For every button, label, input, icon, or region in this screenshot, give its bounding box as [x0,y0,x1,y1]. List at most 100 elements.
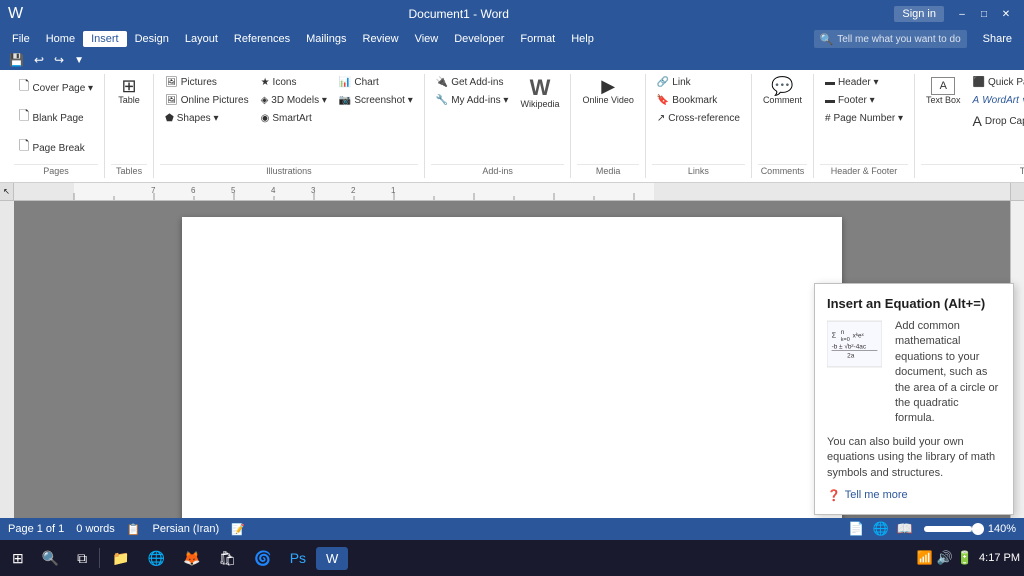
ruler: ↖ 7 6 [0,183,1024,201]
tooltip-link[interactable]: ❓ Tell me more [827,489,1001,502]
redo-quick-btn[interactable]: ↪ [51,52,67,68]
taskbar-word[interactable]: W [316,547,348,570]
footer-btn[interactable]: ▬ Footer ▾ [820,92,908,109]
get-addins-btn[interactable]: 🔌 Get Add-ins [431,74,514,91]
addins-group-label: Add-ins [431,164,565,176]
search-taskbar-btn[interactable]: 🔍 [34,546,67,571]
svg-text:1: 1 [391,186,396,195]
search-box[interactable]: 🔍 Tell me what you want to do [814,30,967,48]
smartart-btn[interactable]: ◉ SmartArt [256,110,332,127]
search-placeholder: Tell me what you want to do [837,34,960,45]
menu-bar: File Home Insert Design Layout Reference… [0,28,1024,50]
pages-group-label: Pages [14,164,98,176]
comment-btn[interactable]: 💬 Comment [758,74,807,109]
text-box-btn[interactable]: A Text Box [921,74,966,109]
menu-mailings[interactable]: Mailings [298,31,354,47]
drop-cap-btn[interactable]: A Drop Cap ▾ [968,110,1024,132]
taskbar-store[interactable]: 🛍 [210,546,244,571]
task-view-btn[interactable]: ⧉ [69,546,95,571]
wikipedia-icon: W [530,77,551,99]
table-btn[interactable]: ⊞ Table [111,74,147,109]
link-btn[interactable]: 🔗 Link [652,74,745,91]
taskbar-firefox[interactable]: 🦊 [175,546,208,571]
comment-icon: 💬 [771,77,793,95]
window-controls: – □ ✕ [952,4,1016,24]
ribbon-group-tables: ⊞ Table Tables [105,74,154,178]
page-number-btn[interactable]: # Page Number ▾ [820,110,908,127]
screenshot-btn[interactable]: 📷 Screenshot ▾ [334,92,418,109]
taskbar-chrome[interactable]: 🌐 [140,546,173,571]
menu-format[interactable]: Format [512,31,563,47]
tooltip-link-label[interactable]: Tell me more [845,489,908,501]
undo-quick-btn[interactable]: ↩ [31,52,47,68]
zoom-thumb[interactable] [972,523,984,535]
taskbar-photoshop[interactable]: Ps [282,546,314,570]
header-btn[interactable]: ▬ Header ▾ [820,74,908,91]
wikipedia-btn[interactable]: W Wikipedia [515,74,564,113]
svg-text:n: n [841,329,845,336]
taskbar-explorer[interactable]: 📁 [104,546,137,571]
zoom-level: 140% [988,523,1016,535]
tables-group-label: Tables [111,164,147,176]
online-pictures-btn[interactable]: 🖼 Online Pictures [160,92,254,109]
menu-developer[interactable]: Developer [446,31,512,47]
shapes-btn[interactable]: ⬟ Shapes ▾ [160,110,254,127]
menu-view[interactable]: View [407,31,447,47]
icons-btn[interactable]: ★ Icons [256,74,332,91]
zoom-slider[interactable] [924,526,984,532]
blank-page-btn[interactable]: 🗋Blank Page [14,104,89,132]
online-video-btn[interactable]: ▶ Online Video [577,74,638,109]
battery-icon[interactable]: 🔋 [957,550,973,566]
vertical-ruler [0,201,14,518]
illustrations-group-label: Illustrations [160,164,418,176]
svg-text:6: 6 [191,186,196,195]
search-icon: 🔍 [820,33,834,46]
menu-layout[interactable]: Layout [177,31,226,47]
share-button[interactable]: Share [975,31,1020,47]
tray-icons: 📶 🔊 🔋 [916,550,973,566]
wordart-btn[interactable]: A WordArt ▾ [968,92,1024,109]
ruler-corner[interactable]: ↖ [0,183,14,200]
minimize-button[interactable]: – [952,4,972,24]
online-video-label: Online Video [582,96,633,106]
svg-text:-b ± √b²-4ac: -b ± √b²-4ac [832,343,867,351]
system-tray: 📶 🔊 🔋 4:17 PM [916,550,1020,566]
clock[interactable]: 4:17 PM [979,551,1020,565]
menu-design[interactable]: Design [127,31,177,47]
menu-review[interactable]: Review [355,31,407,47]
menu-home[interactable]: Home [38,31,83,47]
ruler-right-corner [1010,183,1024,200]
customize-quick-btn[interactable]: ▼ [71,54,87,67]
ribbon-group-illustrations: 🖼 Pictures 🖼 Online Pictures ⬟ Shapes ▾ … [154,74,425,178]
read-view-btn[interactable]: 📖 [894,520,916,538]
volume-icon[interactable]: 🔊 [937,550,953,566]
close-button[interactable]: ✕ [996,4,1016,24]
quick-parts-btn[interactable]: ⬛ Quick Parts ▾ [968,74,1024,91]
tooltip-body: Σ n k=0 xᵏeˣ -b ± √b²-4ac 2a Add common … [827,319,1001,427]
pictures-btn[interactable]: 🖼 Pictures [160,74,254,91]
online-video-icon: ▶ [601,77,615,95]
document-page[interactable] [182,217,842,518]
page-break-btn[interactable]: 🗋Page Break [14,134,90,162]
chart-btn[interactable]: 📊 Chart [334,74,418,91]
print-view-btn[interactable]: 📄 [845,520,867,538]
menu-help[interactable]: Help [563,31,602,47]
restore-button[interactable]: □ [974,4,994,24]
menu-insert[interactable]: Insert [83,31,127,47]
taskbar: ⊞ 🔍 ⧉ 📁 🌐 🦊 🛍 🌀 Ps W 📶 🔊 🔋 4:17 PM [0,540,1024,576]
network-icon[interactable]: 📶 [916,550,932,566]
web-view-btn[interactable]: 🌐 [869,520,891,538]
menu-file[interactable]: File [4,31,38,47]
start-button[interactable]: ⊞ [4,546,32,571]
signin-button[interactable]: Sign in [894,6,944,22]
bookmark-btn[interactable]: 🔖 Bookmark [652,92,745,109]
save-quick-btn[interactable]: 💾 [6,52,27,68]
word-icon: W [8,5,23,23]
cover-page-btn[interactable]: 🗋Cover Page ▾ [14,74,98,102]
cross-reference-btn[interactable]: ↗ Cross-reference [652,110,745,127]
my-addins-btn[interactable]: 🔧 My Add-ins ▾ [431,92,514,109]
ribbon: 🗋Cover Page ▾ 🗋Blank Page 🗋Page Break Pa… [0,70,1024,183]
taskbar-edge[interactable]: 🌀 [246,546,279,571]
3d-models-btn[interactable]: ◈ 3D Models ▾ [256,92,332,109]
menu-references[interactable]: References [226,31,298,47]
